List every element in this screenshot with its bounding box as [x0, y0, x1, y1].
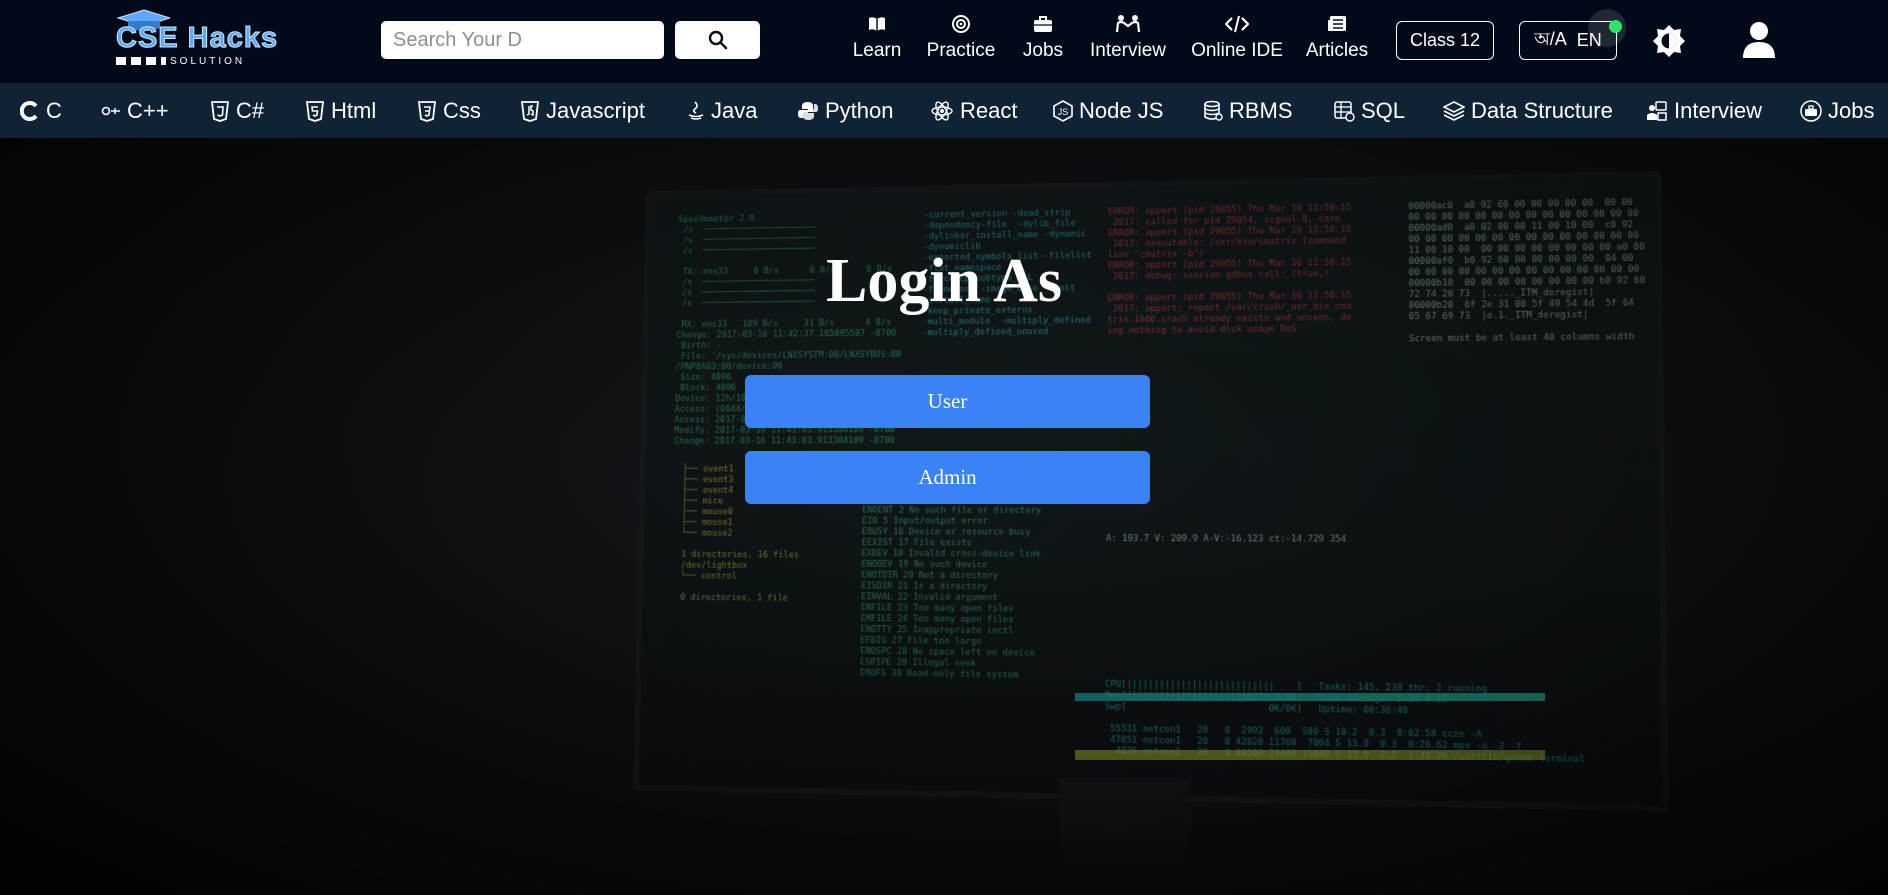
course-rbms[interactable]: RBMS	[1203, 83, 1293, 138]
nav-learn[interactable]: Learn	[850, 10, 904, 70]
course-javascript[interactable]: Javascript	[520, 83, 645, 138]
search-icon	[708, 30, 727, 50]
nav-jobs[interactable]: Jobs	[1021, 10, 1065, 70]
logo-bars	[116, 57, 166, 65]
login-as-admin-button[interactable]: Admin	[745, 451, 1150, 504]
nav-articles[interactable]: Articles	[1304, 10, 1370, 70]
cpp-icon	[101, 106, 120, 115]
logo-subtitle: SOLUTION	[170, 55, 246, 67]
newspaper-icon	[1328, 16, 1346, 31]
book-open-icon	[869, 17, 885, 31]
course-python[interactable]: Python	[797, 83, 894, 138]
css3-icon	[417, 100, 437, 122]
course-html[interactable]: Html	[305, 83, 376, 138]
nav-online-ide[interactable]: Online IDE	[1191, 10, 1283, 70]
course-nodejs[interactable]: JS Node JS	[1053, 83, 1163, 138]
course-label: C	[46, 97, 62, 123]
logo-title: CSE Hacks	[115, 22, 279, 55]
course-label: Python	[825, 97, 894, 123]
course-label: Javascript	[546, 97, 646, 123]
course-c[interactable]: C	[20, 83, 62, 138]
database-icon	[1204, 100, 1223, 121]
nav-label: Jobs	[1022, 40, 1064, 61]
svg-text:JS: JS	[1058, 107, 1069, 117]
login-as-user-button[interactable]: User	[745, 375, 1150, 428]
js-icon	[520, 100, 540, 122]
course-label: Java	[711, 97, 758, 123]
course-bar: C C++ C# Html Css Javascript Java Python…	[0, 83, 1888, 138]
top-navbar: CSE Hacks SOLUTION Learn Practice Jobs I…	[0, 0, 1888, 83]
nodejs-icon: JS	[1053, 99, 1073, 122]
code-icon	[1225, 15, 1249, 33]
course-css[interactable]: Css	[417, 83, 481, 138]
language-en: EN	[1576, 30, 1602, 50]
course-interview[interactable]: Interview	[1646, 83, 1762, 138]
course-label: C++	[127, 97, 169, 123]
online-dot	[1609, 20, 1622, 33]
login-title: Login As	[825, 247, 1063, 315]
course-sql[interactable]: SQL	[1333, 83, 1405, 138]
nav-practice[interactable]: Practice	[921, 10, 1001, 70]
course-react[interactable]: React	[930, 83, 1017, 138]
course-label: Interview	[1674, 97, 1763, 123]
course-label: C#	[236, 97, 265, 123]
course-label: Css	[443, 97, 481, 123]
interview-icon	[1647, 100, 1667, 121]
course-label: Node JS	[1079, 97, 1164, 123]
course-csharp[interactable]: C#	[210, 83, 264, 138]
layers-icon	[1443, 100, 1465, 121]
people-handshake-icon	[1115, 15, 1141, 33]
course-label: Jobs	[1828, 97, 1875, 123]
nav-label: Articles	[1305, 40, 1369, 61]
nav-label: Practice	[926, 40, 996, 61]
course-data-structure[interactable]: Data Structure	[1443, 83, 1613, 138]
course-label: RBMS	[1229, 97, 1293, 123]
class-selector-button[interactable]: Class 12	[1396, 21, 1494, 60]
csharp-icon	[210, 100, 230, 122]
site-logo[interactable]: CSE Hacks SOLUTION	[112, 8, 282, 70]
nav-label: Online IDE	[1191, 40, 1283, 61]
course-label: React	[960, 97, 1018, 123]
course-jobs[interactable]: Jobs	[1800, 83, 1874, 138]
course-label: Data Structure	[1471, 97, 1613, 123]
logo-subtitle-row: SOLUTION	[116, 54, 280, 68]
language-toggle[interactable]: অ/A EN	[1519, 21, 1617, 60]
brightness-icon	[1653, 25, 1685, 57]
react-icon	[931, 100, 953, 121]
course-label: SQL	[1361, 97, 1406, 123]
target-icon	[952, 15, 970, 33]
search-button[interactable]	[675, 21, 760, 59]
course-java[interactable]: Java	[687, 83, 757, 138]
nav-label: Learn	[852, 40, 902, 61]
course-cpp[interactable]: C++	[101, 83, 169, 138]
jobs-icon	[1800, 99, 1822, 122]
theme-toggle-button[interactable]	[1652, 24, 1686, 58]
user-account-button[interactable]	[1742, 21, 1776, 59]
course-label: Html	[331, 97, 377, 123]
c-icon	[20, 100, 38, 121]
user-icon	[1743, 22, 1775, 58]
html5-icon	[305, 100, 325, 122]
nav-interview[interactable]: Interview	[1088, 10, 1168, 70]
nav-label: Interview	[1089, 40, 1167, 61]
python-icon	[798, 101, 818, 120]
language-bn: অ/A	[1534, 29, 1567, 49]
sql-icon	[1334, 100, 1355, 122]
briefcase-icon	[1034, 16, 1052, 32]
search-input[interactable]	[381, 21, 664, 59]
java-icon	[688, 100, 704, 120]
